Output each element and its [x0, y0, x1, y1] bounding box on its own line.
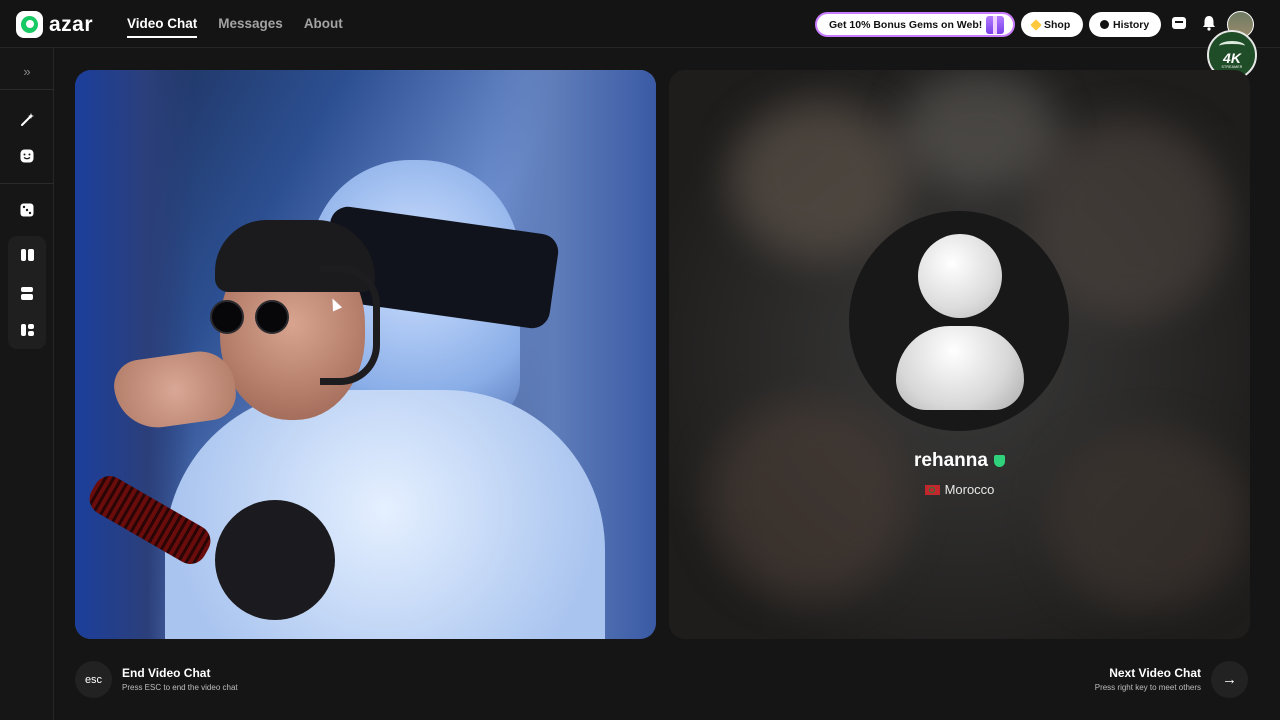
next-chat-hint: Press right key to meet others [1094, 683, 1201, 692]
next-chat-button[interactable]: → [1211, 661, 1248, 698]
peer-country-row: Morocco [669, 482, 1250, 497]
peer-video: rehanna Morocco [669, 70, 1250, 639]
layout-split-vertical-icon[interactable] [15, 243, 39, 267]
sunglasses-lens [255, 300, 289, 334]
gift-icon [986, 16, 1004, 34]
sunglasses-lens [210, 300, 244, 334]
clock-icon [1100, 20, 1109, 29]
blur-shape [709, 400, 909, 600]
nav-video-chat[interactable]: Video Chat [127, 16, 198, 38]
blur-shape [729, 100, 909, 260]
badge-main-text: 4K [1223, 50, 1241, 66]
expand-icon[interactable]: » [15, 59, 39, 83]
nav-about[interactable]: About [304, 16, 343, 38]
peer-country: Morocco [944, 482, 995, 497]
layout-mosaic-icon[interactable] [15, 318, 39, 342]
blur-shape [899, 70, 1059, 190]
top-bar: azar Video Chat Messages About Get 10% B… [0, 0, 1280, 80]
face-icon[interactable] [15, 144, 39, 168]
layout-split-horizontal-icon[interactable] [15, 281, 39, 305]
verified-badge-icon [993, 455, 1005, 467]
nav-messages[interactable]: Messages [218, 16, 283, 38]
peer-avatar-placeholder-icon [849, 211, 1069, 431]
sidebar: » [0, 48, 54, 720]
azar-logo-icon [16, 11, 43, 38]
history-label: History [1113, 18, 1150, 31]
promo-label: Get 10% Bonus Gems on Web! [829, 18, 983, 31]
inbox-icon[interactable] [1170, 14, 1188, 32]
azar-logo[interactable]: azar [16, 11, 93, 38]
logo-text: azar [49, 12, 94, 36]
history-button[interactable]: History [1089, 12, 1161, 37]
sidebar-divider [0, 183, 54, 184]
layout-selector [8, 236, 46, 349]
morocco-flag-icon [924, 484, 940, 495]
end-chat-button[interactable]: esc [75, 661, 112, 698]
end-chat-title: End Video Chat [122, 666, 211, 680]
shop-label: Shop [1044, 18, 1071, 31]
peer-name-row: rehanna [669, 450, 1250, 472]
gem-icon [1030, 18, 1042, 31]
magic-wand-icon[interactable] [15, 107, 39, 131]
badge-sub-text: STREAMER [1221, 65, 1243, 69]
dice-icon[interactable] [15, 198, 39, 222]
self-video [75, 70, 656, 639]
arrow-right-icon: → [1222, 671, 1237, 688]
action-bar: esc End Video Chat Press ESC to end the … [54, 640, 1280, 720]
main-nav: Video Chat Messages About [127, 16, 343, 38]
next-chat-title: Next Video Chat [1109, 666, 1201, 680]
shop-button[interactable]: Shop [1021, 12, 1083, 37]
headphones [320, 265, 380, 385]
end-chat-hint: Press ESC to end the video chat [122, 683, 238, 692]
bell-icon[interactable] [1200, 14, 1218, 32]
hoodie-print [215, 500, 335, 620]
sidebar-divider [0, 89, 54, 90]
peer-name: rehanna [914, 450, 988, 471]
bonus-gems-button[interactable]: Get 10% Bonus Gems on Web! [815, 12, 1015, 37]
